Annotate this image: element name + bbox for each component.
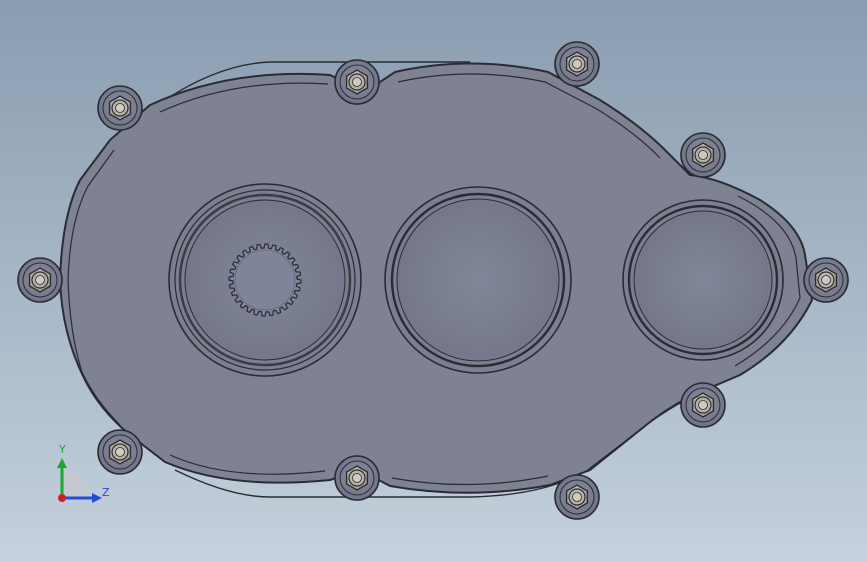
z-axis-label: Z (102, 486, 110, 499)
right-bearing-bore[interactable] (622, 199, 784, 361)
bolt-shank (352, 77, 362, 87)
bolt-8[interactable] (334, 455, 380, 501)
triad-sector (62, 470, 90, 498)
bolt-10[interactable] (17, 257, 63, 303)
center-bearing-bore[interactable] (384, 186, 572, 374)
graphics-viewport[interactable]: Y Z (0, 0, 867, 562)
gearbox-cover-model[interactable] (0, 0, 867, 562)
bolt-shank (698, 400, 708, 410)
bolt-shank (572, 492, 582, 502)
y-axis-arrow-icon (57, 458, 67, 468)
bolt-3[interactable] (554, 41, 600, 87)
z-axis-arrow-icon (92, 493, 102, 503)
bolt-7[interactable] (554, 474, 600, 520)
bolt-shank (35, 275, 45, 285)
x-axis-dot-icon (58, 494, 66, 502)
y-axis-label: Y (59, 443, 66, 456)
coordinate-triad (57, 458, 102, 503)
bolt-6[interactable] (680, 382, 726, 428)
bolt-shank (352, 473, 362, 483)
bolt-4[interactable] (680, 132, 726, 178)
bolt-shank (115, 103, 125, 113)
bolt-5[interactable] (803, 257, 849, 303)
bolt-2[interactable] (334, 59, 380, 105)
bolt-shank (698, 150, 708, 160)
bolt-shank (572, 59, 582, 69)
bolt-1[interactable] (97, 85, 143, 131)
bolt-shank (821, 275, 831, 285)
